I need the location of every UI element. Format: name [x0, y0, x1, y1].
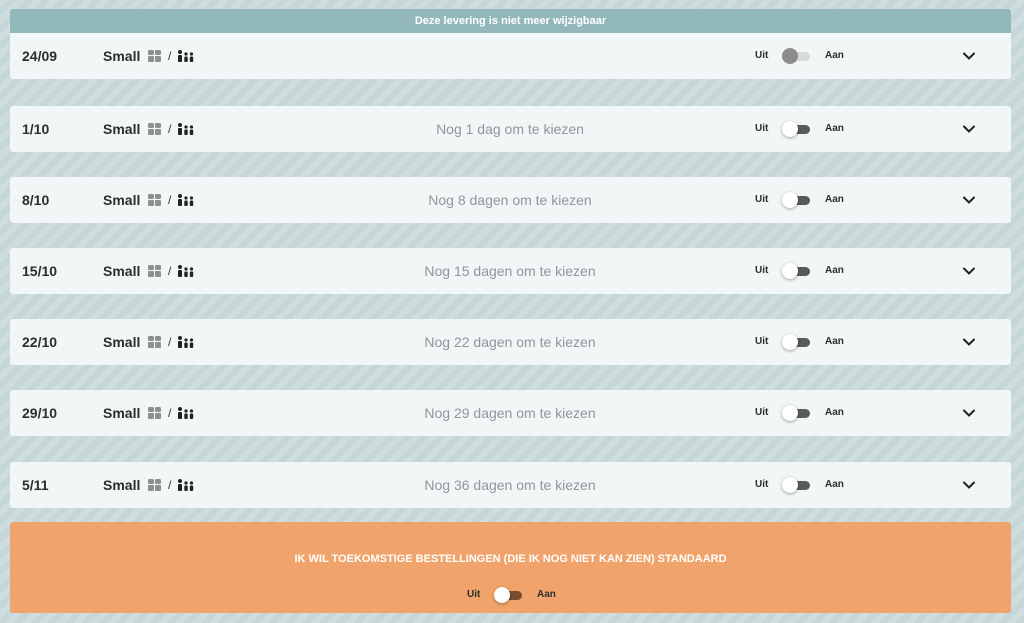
two-persons-icon	[148, 336, 161, 348]
persons-icons: /	[148, 46, 195, 66]
future-orders-panel: IK WIL TOEKOMSTIGE BESTELLINGEN (DIE IK …	[10, 522, 1011, 613]
box-size: Small	[103, 121, 141, 137]
toggle-off-label: Uit	[467, 589, 481, 600]
chevron-down-icon[interactable]	[961, 334, 977, 350]
chevron-down-icon[interactable]	[961, 477, 977, 493]
delivery-row-1: 1/10 Small / Nog 1 dag om te kiezen Uit …	[10, 106, 1011, 152]
chevron-down-icon[interactable]	[961, 263, 977, 279]
box-size: Small	[103, 192, 141, 208]
two-persons-icon	[148, 265, 161, 277]
family-icon	[178, 123, 194, 135]
toggle-off-label: Uit	[755, 479, 769, 490]
family-icon	[178, 407, 194, 419]
countdown-text: Nog 1 dag om te kiezen	[436, 121, 584, 137]
family-icon	[178, 194, 194, 206]
toggle-off-label: Uit	[755, 265, 769, 276]
chevron-down-icon[interactable]	[961, 48, 977, 64]
future-orders-text: IK WIL TOEKOMSTIGE BESTELLINGEN (DIE IK …	[294, 553, 727, 565]
toggle-off-label: Uit	[755, 50, 769, 61]
delivery-row-4: 22/10 Small / Nog 22 dagen om te kiezen …	[10, 319, 1011, 365]
two-persons-icon	[148, 479, 161, 491]
delivery-date: 15/10	[22, 263, 58, 279]
locked-delivery-banner: Deze levering is niet meer wijzigbaar	[10, 9, 1011, 33]
toggle-on-label: Aan	[825, 336, 844, 347]
toggle-off-label: Uit	[755, 194, 769, 205]
family-icon	[178, 265, 194, 277]
family-icon	[178, 479, 194, 491]
countdown-text: Nog 29 dagen om te kiezen	[424, 405, 596, 421]
persons-icons: /	[148, 403, 195, 423]
delivery-toggle[interactable]	[782, 405, 812, 421]
toggle-on-label: Aan	[825, 407, 844, 418]
persons-icons: /	[148, 475, 195, 495]
countdown-text: Nog 15 dagen om te kiezen	[424, 263, 596, 279]
toggle-off-label: Uit	[755, 407, 769, 418]
delivery-toggle[interactable]	[782, 334, 812, 350]
chevron-down-icon[interactable]	[961, 121, 977, 137]
two-persons-icon	[148, 407, 161, 419]
slash-separator: /	[168, 49, 172, 63]
slash-separator: /	[168, 406, 172, 420]
chevron-down-icon[interactable]	[961, 405, 977, 421]
delivery-date: 1/10	[22, 121, 50, 137]
persons-icons: /	[148, 261, 195, 281]
family-icon	[178, 336, 194, 348]
delivery-row-5: 29/10 Small / Nog 29 dagen om te kiezen …	[10, 390, 1011, 436]
box-size: Small	[103, 405, 141, 421]
toggle-off-label: Uit	[755, 123, 769, 134]
persons-icons: /	[148, 190, 195, 210]
toggle-on-label: Aan	[825, 50, 844, 61]
delivery-toggle-disabled	[782, 48, 812, 64]
slash-separator: /	[168, 122, 172, 136]
toggle-on-label: Aan	[825, 123, 844, 134]
delivery-date: 29/10	[22, 405, 58, 421]
slash-separator: /	[168, 335, 172, 349]
countdown-text: Nog 36 dagen om te kiezen	[424, 477, 596, 493]
delivery-date: 5/11	[22, 477, 49, 493]
countdown-text: Nog 8 dagen om te kiezen	[428, 192, 592, 208]
slash-separator: /	[168, 193, 172, 207]
toggle-on-label: Aan	[825, 479, 844, 490]
delivery-toggle[interactable]	[782, 121, 812, 137]
toggle-on-label: Aan	[537, 589, 556, 600]
two-persons-icon	[148, 123, 161, 135]
box-size: Small	[103, 477, 141, 493]
persons-icons: /	[148, 332, 195, 352]
delivery-toggle[interactable]	[782, 192, 812, 208]
delivery-date: 24/09	[22, 48, 58, 64]
family-icon	[178, 50, 194, 62]
slash-separator: /	[168, 264, 172, 278]
delivery-row-3: 15/10 Small / Nog 15 dagen om te kiezen …	[10, 248, 1011, 294]
toggle-on-label: Aan	[825, 265, 844, 276]
toggle-on-label: Aan	[825, 194, 844, 205]
box-size: Small	[103, 263, 141, 279]
delivery-toggle[interactable]	[782, 263, 812, 279]
delivery-row-6: 5/11 Small / Nog 36 dagen om te kiezen U…	[10, 462, 1011, 508]
delivery-date: 22/10	[22, 334, 58, 350]
box-size: Small	[103, 334, 141, 350]
box-size: Small	[103, 48, 141, 64]
delivery-row-2: 8/10 Small / Nog 8 dagen om te kiezen Ui…	[10, 177, 1011, 223]
chevron-down-icon[interactable]	[961, 192, 977, 208]
toggle-off-label: Uit	[755, 336, 769, 347]
delivery-toggle[interactable]	[782, 477, 812, 493]
persons-icons: /	[148, 119, 195, 139]
slash-separator: /	[168, 478, 172, 492]
delivery-row-0: 24/09 Small / Uit Aan	[10, 33, 1011, 79]
future-orders-toggle[interactable]	[494, 587, 524, 603]
delivery-date: 8/10	[22, 192, 50, 208]
two-persons-icon	[148, 194, 161, 206]
two-persons-icon	[148, 50, 161, 62]
countdown-text: Nog 22 dagen om te kiezen	[424, 334, 596, 350]
